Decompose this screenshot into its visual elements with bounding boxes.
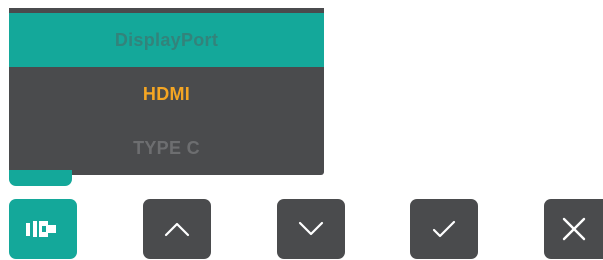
menu-item-label: DisplayPort [114, 29, 219, 50]
confirm-button[interactable] [410, 199, 478, 259]
menu-item-type-c[interactable]: TYPE C [9, 121, 324, 175]
close-button[interactable] [544, 199, 603, 259]
chevron-down-icon [298, 221, 324, 236]
input-source-menu: DisplayPort HDMI TYPE C [9, 13, 324, 175]
up-button[interactable] [143, 199, 211, 259]
down-button[interactable] [277, 199, 345, 259]
chevron-up-icon [164, 222, 190, 237]
input-source-icon [26, 221, 56, 237]
close-icon [562, 217, 585, 241]
menu-pointer-tab [9, 170, 72, 186]
menu-item-hdmi[interactable]: HDMI [9, 67, 324, 121]
menu-item-displayport[interactable]: DisplayPort [9, 13, 324, 67]
menu-item-label: HDMI [142, 83, 191, 104]
checkmark-icon [432, 220, 456, 238]
menu-item-label: TYPE C [133, 137, 200, 158]
input-source-button[interactable] [9, 199, 77, 259]
